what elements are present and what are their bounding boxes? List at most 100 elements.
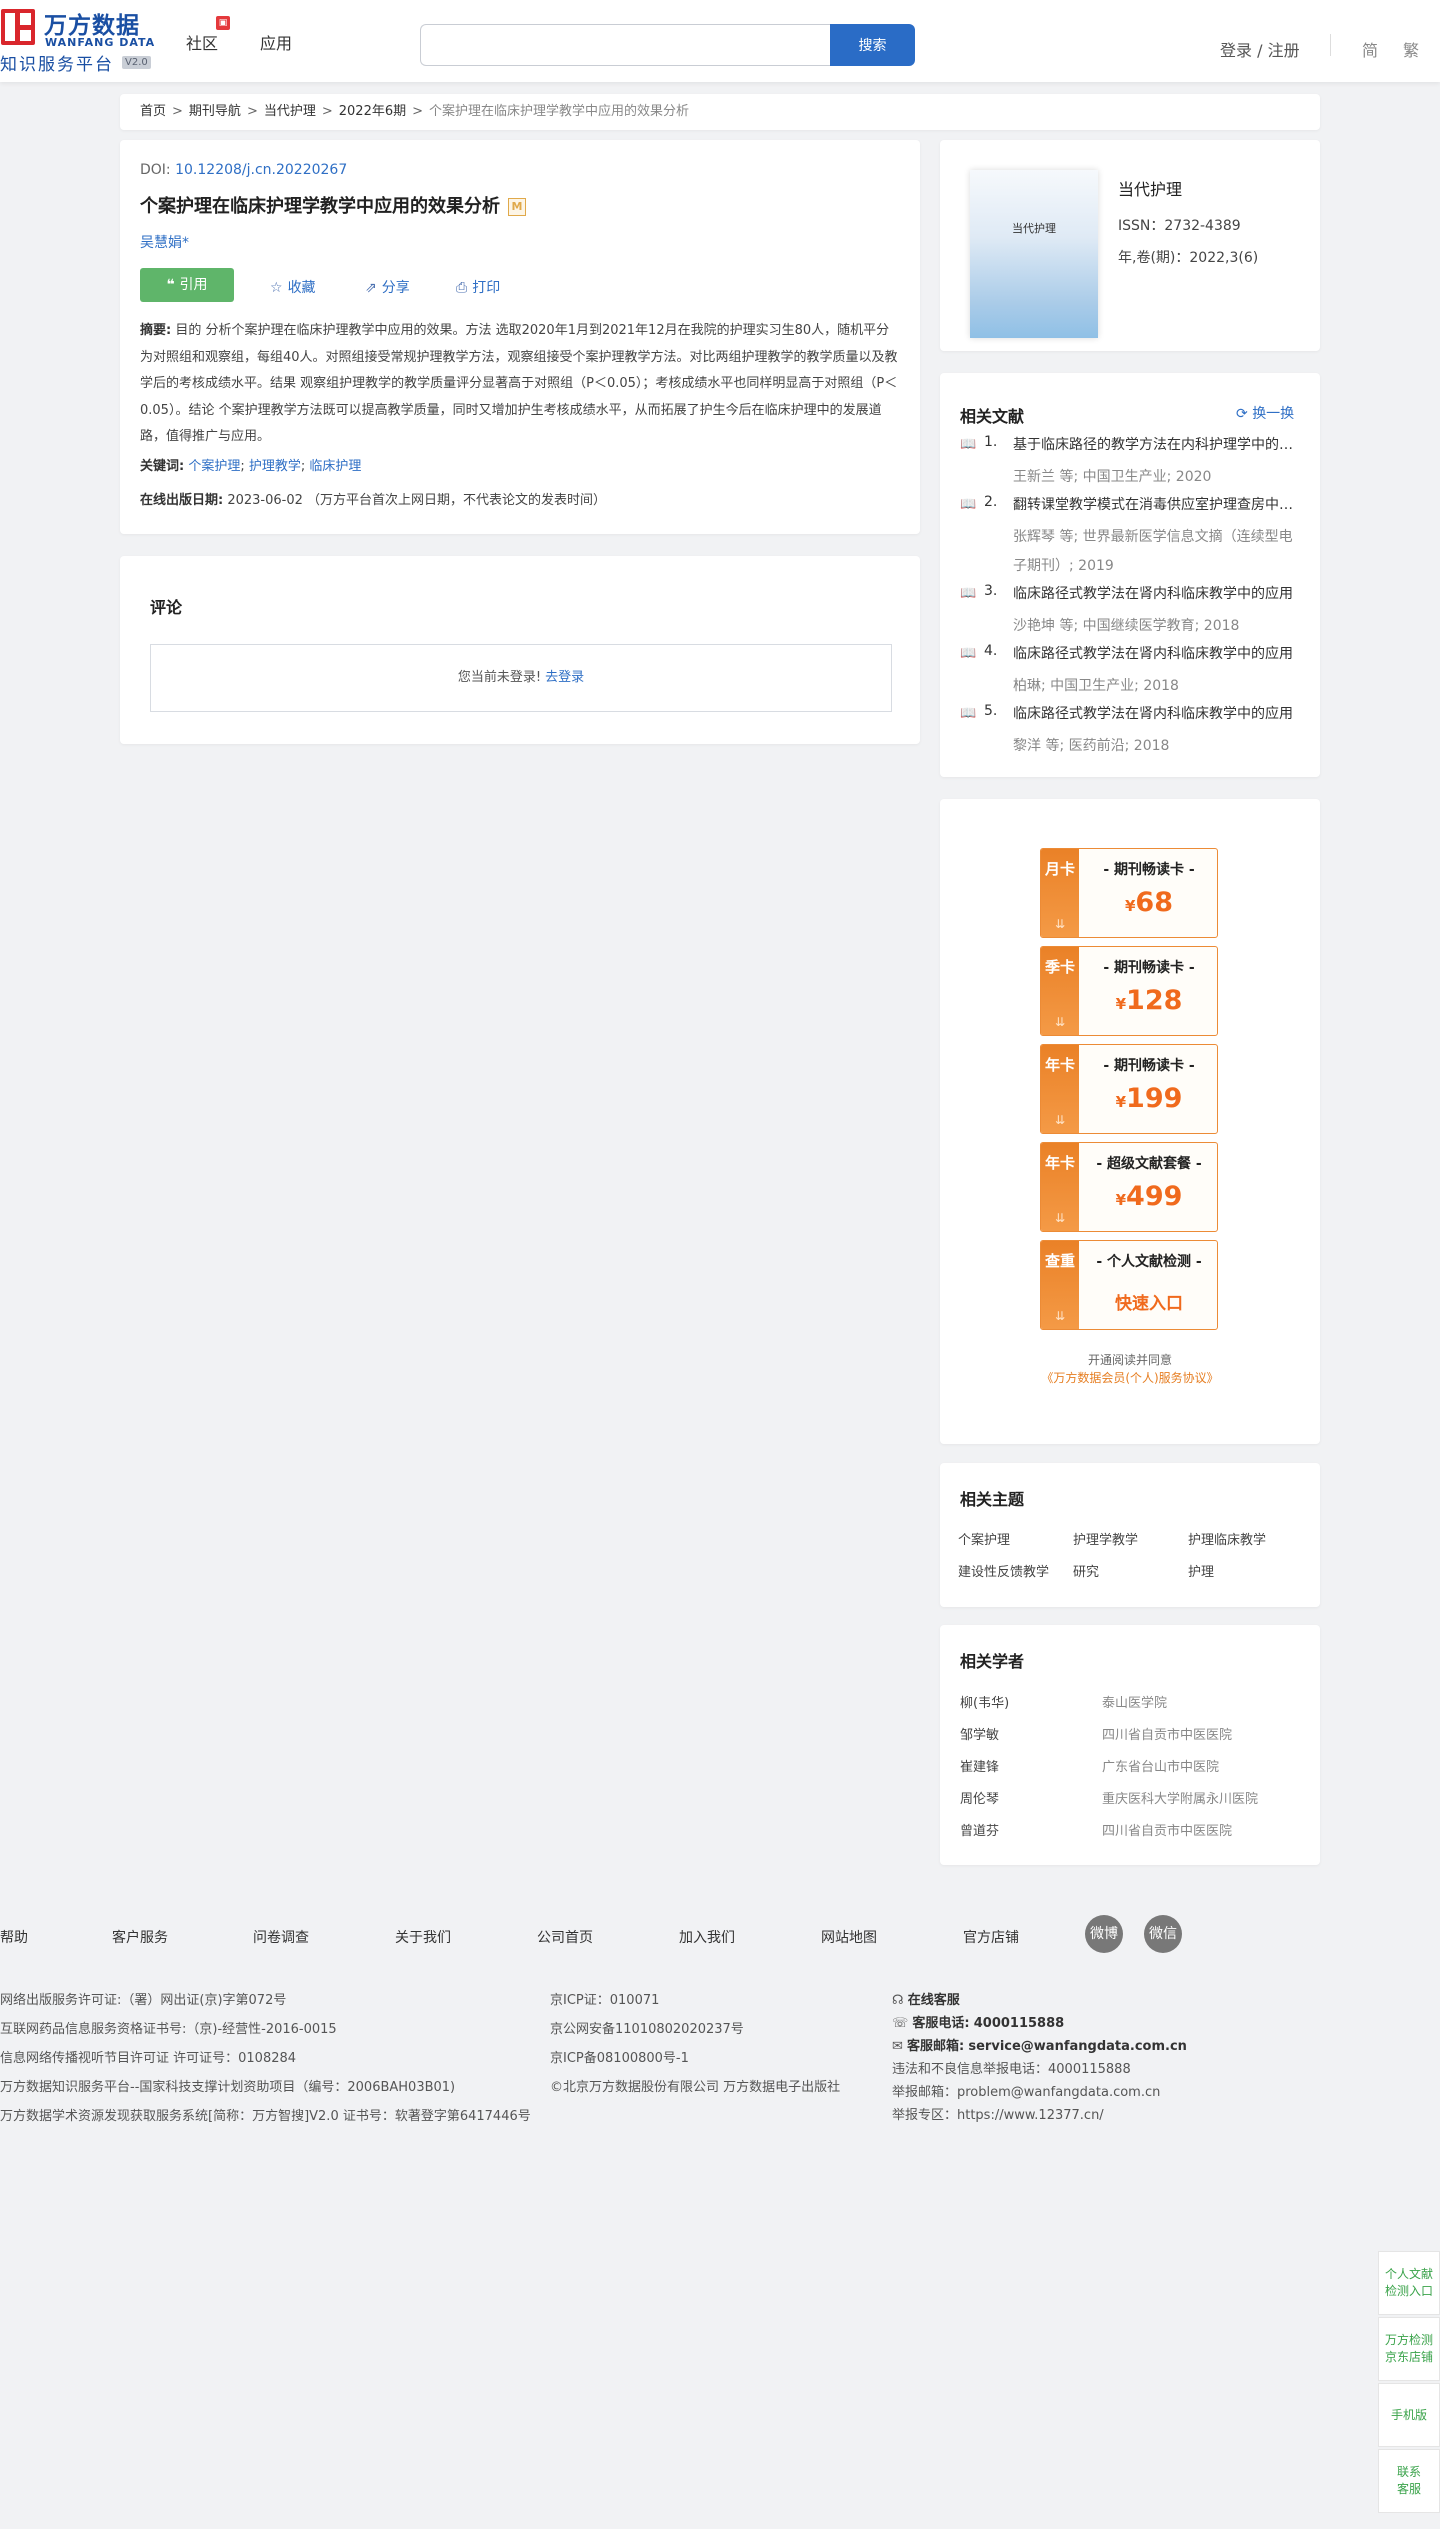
related-doc-title[interactable]: 临床路径式教学法在肾内科临床教学中的应用 (1013, 643, 1303, 663)
topic-link[interactable]: 研究 (1073, 1561, 1178, 1580)
star-icon: ☆ (270, 280, 283, 296)
related-docs-card: 相关文献 ⟳ 换一换 📖 1. 基于临床路径的教学方法在内科护理学中的应用 王新… (940, 373, 1320, 777)
breadcrumb-current: 个案护理在临床护理学教学中应用的效果分析 (429, 104, 690, 119)
related-docs-title: 相关文献 (960, 407, 1025, 426)
nav-apps[interactable]: 应用 (260, 30, 292, 54)
scholar-org: 四川省自贡市中医医院 (1102, 1728, 1233, 1743)
printer-icon: ⎙ (456, 280, 468, 296)
report-zone[interactable]: 举报专区：https://www.12377.cn/ (892, 2104, 1104, 2123)
keyword-link[interactable]: 临床护理 (309, 459, 361, 474)
logo-version: V2.0 (122, 56, 151, 69)
nav-community[interactable]: 社区 (186, 30, 218, 54)
footer-link-customer-service[interactable]: 客户服务 (112, 1927, 168, 1947)
package-note: 开通阅读并同意 (1087, 1353, 1172, 1367)
service-agreement-link[interactable]: 《万方数据会员(个人)服务协议》 (940, 1369, 1320, 1386)
package-monthly[interactable]: 月卡 ⇊ - 期刊畅读卡 - ¥68 (1040, 848, 1218, 938)
lang-simplified[interactable]: 简 (1362, 37, 1378, 61)
side-contact-service[interactable]: 联系客服 (1378, 2449, 1440, 2513)
footer-link-survey[interactable]: 问卷调查 (253, 1927, 309, 1947)
related-topics-title: 相关主题 (960, 1490, 1025, 1509)
footer-icp: 京ICP证：010071 (550, 1993, 660, 2008)
journal-card: 当代护理 当代护理 ISSN：2732-4389 年,卷(期)：2022,3(6… (940, 140, 1320, 351)
weibo-icon[interactable]: 微博 (1085, 1915, 1123, 1953)
scholar-name[interactable]: 柳(韦华) (960, 1692, 1009, 1711)
author-link[interactable]: 吴慧娟* (140, 232, 189, 252)
logo-chinese: 万方数据 (44, 13, 140, 39)
report-phone: 违法和不良信息举报电话：4000115888 (892, 2062, 1131, 2077)
side-jd-store[interactable]: 万方检测京东店铺 (1378, 2317, 1440, 2381)
footer-icp: 京ICP备08100800号-1 (550, 2051, 689, 2066)
article-card: DOI: 10.12208/j.cn.20220267 个案护理在临床护理学教学… (120, 140, 920, 534)
print-button[interactable]: ⎙ 打印 (456, 277, 500, 297)
membership-packages-card: 月卡 ⇊ - 期刊畅读卡 - ¥68 季卡 ⇊ - 期刊畅读卡 - ¥128 年… (940, 799, 1320, 1444)
side-personal-check[interactable]: 个人文献检测入口 (1378, 2251, 1440, 2315)
journal-cover[interactable]: 当代护理 (970, 170, 1098, 338)
footer-icp: 京公网安备11010802020237号 (550, 2022, 744, 2037)
wanfang-logo[interactable]: 万方数据 WANFANG DATA 知识服务平台 V2.0 (0, 6, 160, 75)
cite-button[interactable]: ❝ 引用 (140, 268, 234, 302)
scholar-org: 泰山医学院 (1102, 1696, 1168, 1711)
package-plagiarism-check[interactable]: 查重 ⇊ - 个人文献检测 - 快速入口 (1040, 1240, 1218, 1330)
related-doc-title[interactable]: 临床路径式教学法在肾内科临床教学中的应用 (1013, 583, 1303, 603)
related-doc-meta: 张辉琴 等; 世界最新医学信息文摘（连续型电子期刊）; 2019 (1013, 529, 1293, 574)
footer-license: 互联网药品信息服务资格证书号:（京)-经营性-2016-0015 (0, 2022, 337, 2037)
breadcrumb-journal[interactable]: 当代护理 (264, 104, 316, 119)
go-login-link[interactable]: 去登录 (545, 670, 584, 685)
package-super[interactable]: 年卡 ⇊ - 超级文献套餐 - ¥499 (1040, 1142, 1218, 1232)
topic-link[interactable]: 个案护理 (958, 1529, 1063, 1548)
package-yearly[interactable]: 年卡 ⇊ - 期刊畅读卡 - ¥199 (1040, 1044, 1218, 1134)
logo-subtitle: 知识服务平台 (0, 55, 114, 75)
keyword-link[interactable]: 护理教学 (249, 459, 301, 474)
scholar-name[interactable]: 崔建锋 (960, 1756, 999, 1775)
topic-link[interactable]: 护理学教学 (1073, 1529, 1178, 1548)
package-quarterly[interactable]: 季卡 ⇊ - 期刊畅读卡 - ¥128 (1040, 946, 1218, 1036)
related-doc-title[interactable]: 翻转课堂教学模式在消毒供应室护理查房中的应用 (1013, 494, 1303, 514)
search-input[interactable] (420, 24, 830, 66)
breadcrumb-issue[interactable]: 2022年6期 (339, 104, 406, 119)
headset-icon: ☊ (892, 1993, 908, 2008)
share-button[interactable]: ⇗ 分享 (365, 277, 410, 297)
header-divider (1330, 34, 1331, 56)
footer-link-help[interactable]: 帮助 (0, 1927, 28, 1947)
wanfang-logo-mark-icon (1, 9, 35, 45)
footer-link-about[interactable]: 关于我们 (395, 1927, 451, 1947)
footer-link-join[interactable]: 加入我们 (679, 1927, 735, 1947)
scholar-name[interactable]: 曾道芬 (960, 1820, 999, 1839)
comment-login-prompt: 您当前未登录! 去登录 (150, 644, 892, 712)
logo-english: WANFANG DATA (45, 36, 156, 49)
footer-link-sitemap[interactable]: 网站地图 (821, 1927, 877, 1947)
online-service-link[interactable]: ☊ 在线客服 (892, 1989, 960, 2008)
topic-link[interactable]: 护理临床教学 (1188, 1529, 1293, 1548)
breadcrumb-journal-nav[interactable]: 期刊导航 (189, 104, 241, 119)
journal-name[interactable]: 当代护理 (1118, 176, 1182, 200)
related-doc-title[interactable]: 临床路径式教学法在肾内科临床教学中的应用 (1013, 703, 1303, 723)
book-icon: 📖 (960, 586, 977, 601)
footer-license: 万方数据学术资源发现获取服务系统[简称：万方智搜]V2.0 证书号：软著登字第6… (0, 2109, 531, 2124)
footer-link-store[interactable]: 官方店铺 (963, 1927, 1019, 1947)
related-doc-meta: 王新兰 等; 中国卫生产业; 2020 (1013, 469, 1212, 485)
double-chevron-down-icon: ⇊ (1054, 917, 1066, 931)
favorite-button[interactable]: ☆ 收藏 (270, 277, 316, 297)
journal-year-volume: 年,卷(期)：2022,3(6) (1118, 250, 1259, 266)
topic-link[interactable]: 护理 (1188, 1561, 1293, 1580)
footer-link-company[interactable]: 公司首页 (537, 1927, 593, 1947)
abstract: 摘要: 目的 分析个案护理在临床护理教学中应用的效果。方法 选取2020年1月到… (140, 323, 898, 444)
book-icon: 📖 (960, 706, 977, 721)
search-button[interactable]: 搜索 (830, 24, 915, 66)
topic-link[interactable]: 建设性反馈教学 (958, 1561, 1063, 1580)
keyword-link[interactable]: 个案护理 (188, 459, 240, 474)
scholar-name[interactable]: 邹学敏 (960, 1724, 999, 1743)
scholar-org: 重庆医科大学附属永川医院 (1102, 1792, 1259, 1807)
login-register-link[interactable]: 登录 / 注册 (1220, 37, 1300, 61)
refresh-button[interactable]: ⟳ 换一换 (1236, 403, 1294, 423)
side-mobile[interactable]: 手机版 (1378, 2383, 1440, 2447)
header: 万方数据 WANFANG DATA 知识服务平台 V2.0 社区 ▣ 应用 搜索… (0, 0, 1440, 82)
doi-link[interactable]: 10.12208/j.cn.20220267 (175, 162, 347, 178)
service-email: ✉ 客服邮箱: service@wanfangdata.com.cn (892, 2039, 1187, 2054)
footer: 帮助 客户服务 问卷调查 关于我们 公司首页 加入我们 网站地图 官方店铺 微博… (0, 1890, 1440, 2124)
wechat-icon[interactable]: 微信 (1144, 1915, 1182, 1953)
scholar-name[interactable]: 周伦琴 (960, 1788, 999, 1807)
breadcrumb-home[interactable]: 首页 (140, 104, 166, 119)
related-doc-title[interactable]: 基于临床路径的教学方法在内科护理学中的应用 (1013, 434, 1303, 454)
lang-traditional[interactable]: 繁 (1403, 37, 1419, 61)
